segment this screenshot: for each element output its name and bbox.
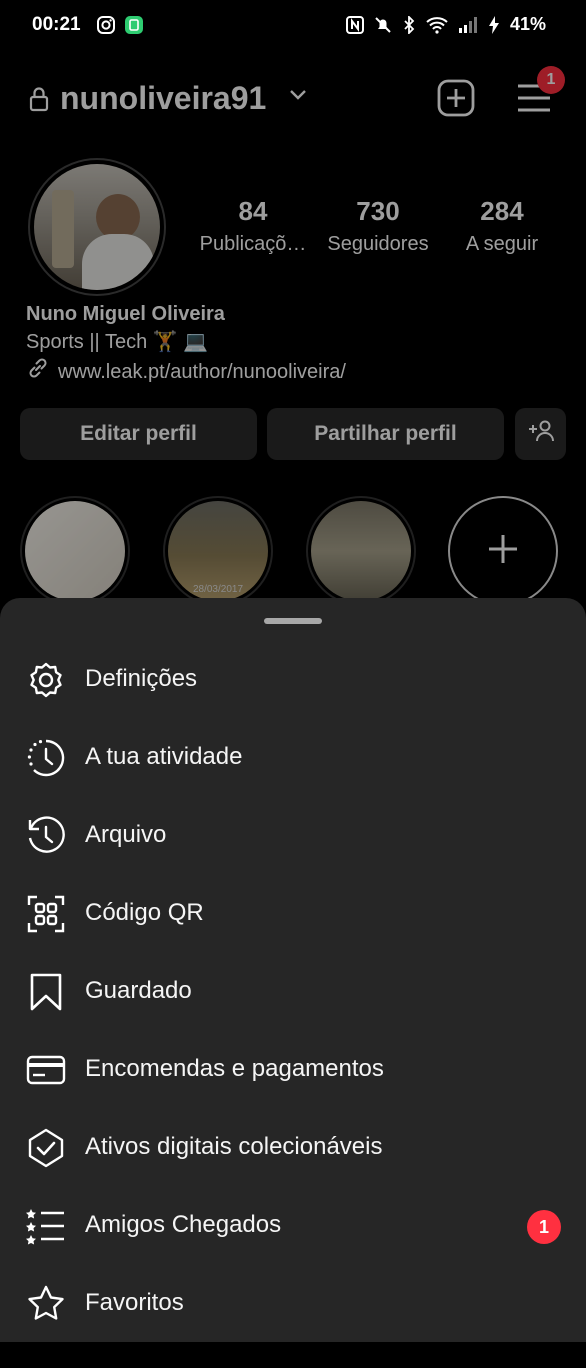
notification-badge: 1: [527, 1210, 561, 1244]
settings-bottom-sheet: Definições A tua atividade Arquivo Códig…: [0, 598, 586, 1342]
card-icon: [26, 1050, 66, 1090]
menu-item-archive[interactable]: Arquivo: [0, 796, 586, 874]
qr-code-icon: [26, 894, 66, 934]
menu-item-orders-payments[interactable]: Encomendas e pagamentos: [0, 1030, 586, 1108]
profile-bio: Nuno Miguel Oliveira Sports || Tech 🏋 💻 …: [26, 300, 346, 388]
highlight-date-label: 28/03/2017: [192, 584, 244, 595]
followers-stat[interactable]: 730 Seguidores: [313, 196, 443, 256]
bookmark-icon: [26, 972, 66, 1012]
profile-tagline: Sports || Tech 🏋 💻: [26, 331, 209, 353]
menu-item-qr-code[interactable]: Código QR: [0, 874, 586, 952]
profile-link[interactable]: www.leak.pt/author/nunooliveira/: [26, 356, 346, 388]
link-icon: [26, 356, 50, 388]
add-person-icon: [527, 419, 555, 449]
new-highlight-button[interactable]: [448, 496, 558, 606]
create-post-button[interactable]: [436, 78, 476, 123]
highlight-item[interactable]: [306, 496, 416, 606]
menu-item-digital-collectibles[interactable]: Ativos digitais colecionáveis: [0, 1108, 586, 1186]
star-icon: [26, 1284, 66, 1324]
profile-avatar[interactable]: [28, 158, 166, 296]
menu-item-settings[interactable]: Definições: [0, 640, 586, 718]
profile-name: Nuno Miguel Oliveira: [26, 303, 225, 325]
activity-icon: [26, 738, 66, 778]
menu-item-close-friends[interactable]: Amigos Chegados 1: [0, 1186, 586, 1264]
share-profile-button[interactable]: Partilhar perfil: [267, 408, 504, 460]
archive-icon: [26, 816, 66, 856]
charging-icon: [488, 15, 500, 34]
system-navigation-bar: [0, 1342, 586, 1368]
menu-item-activity[interactable]: A tua atividade: [0, 718, 586, 796]
username-switcher[interactable]: nunoliveira91: [60, 80, 266, 117]
close-friends-list-icon: [26, 1206, 66, 1246]
battery-percentage: 41%: [509, 14, 546, 34]
mute-icon: [374, 16, 392, 34]
wifi-icon: [426, 16, 448, 34]
story-highlights: 28/03/2017: [0, 496, 586, 606]
discover-people-button[interactable]: [515, 408, 566, 460]
menu-item-favorites[interactable]: Favoritos: [0, 1264, 586, 1342]
chevron-down-icon[interactable]: [288, 88, 308, 107]
posts-stat[interactable]: 84 Publicaçõ…: [188, 196, 318, 256]
app-notification-icon: [124, 15, 144, 40]
sheet-drag-handle[interactable]: [264, 618, 322, 624]
menu-item-saved[interactable]: Guardado: [0, 952, 586, 1030]
nfc-icon: [345, 15, 364, 34]
profile-header: nunoliveira91 1: [0, 66, 586, 128]
status-time: 00:21: [32, 14, 81, 35]
signal-icon: [458, 16, 478, 33]
lock-icon: [28, 86, 50, 117]
status-bar: 00:21 41%: [0, 0, 586, 52]
gear-icon: [26, 660, 66, 700]
highlight-item[interactable]: 28/03/2017: [163, 496, 273, 606]
instagram-notification-icon: [96, 15, 116, 40]
menu-notification-badge: 1: [537, 66, 565, 94]
bluetooth-icon: [402, 15, 416, 34]
following-stat[interactable]: 284 A seguir: [437, 196, 567, 256]
plus-icon: [486, 532, 520, 571]
highlight-item[interactable]: [20, 496, 130, 606]
edit-profile-button[interactable]: Editar perfil: [20, 408, 257, 460]
shield-check-icon: [26, 1128, 66, 1168]
